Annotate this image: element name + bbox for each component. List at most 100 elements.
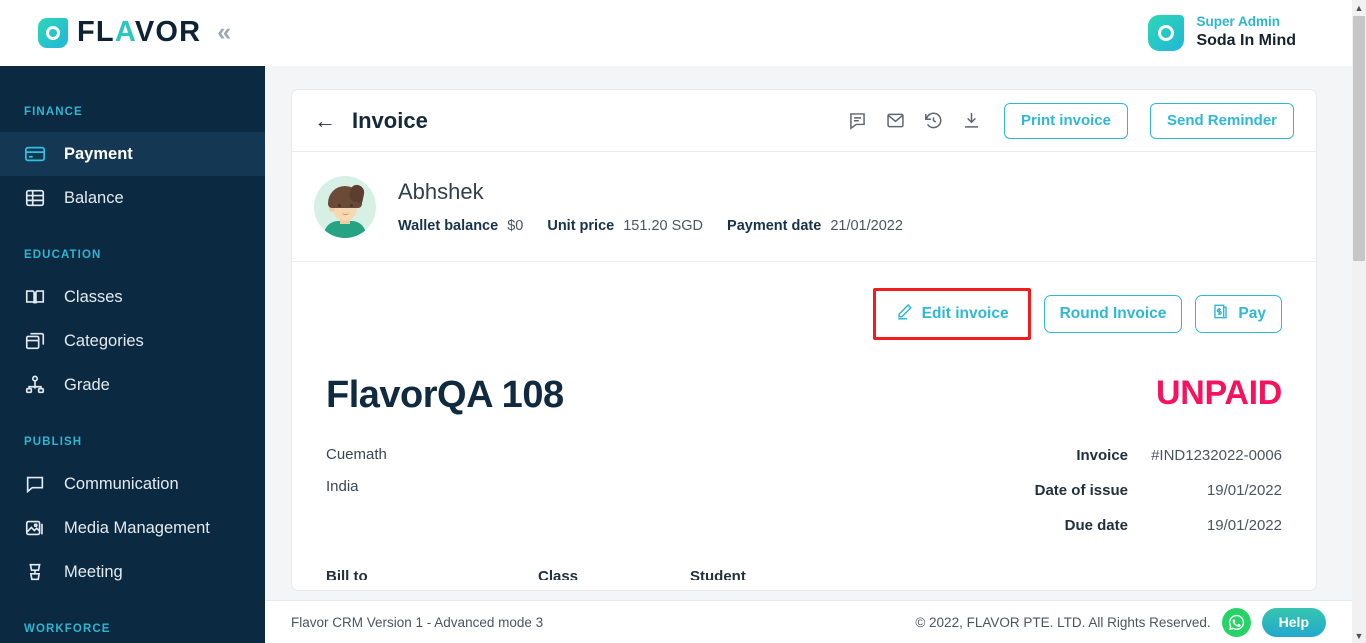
payment-date-value: 21/01/2022 xyxy=(830,218,903,234)
client-facts: Wallet balance $0 Unit price 151.20 SGD … xyxy=(398,218,927,234)
database-icon xyxy=(24,187,50,209)
round-invoice-label: Round Invoice xyxy=(1059,305,1167,322)
podium-icon xyxy=(24,561,50,583)
invoice-title: FlavorQA 108 xyxy=(326,374,564,416)
brand-name-prefix: FL xyxy=(77,16,115,48)
edit-invoice-button[interactable]: Edit invoice xyxy=(879,295,1024,333)
sidebar-item-categories[interactable]: Categories xyxy=(0,319,265,363)
sidebar-item-label: Media Management xyxy=(64,518,210,537)
invoice-details: Invoice #IND1232022-0006 Date of issue 1… xyxy=(932,439,1282,544)
page-title: Invoice xyxy=(352,107,428,133)
back-arrow-icon[interactable]: ← xyxy=(314,109,336,132)
brand-name-suffix: VOR xyxy=(134,16,202,48)
sidebar: FINANCE EDUCATION PUBLISH WORKFORCE Paym… xyxy=(0,66,265,643)
brand-name-accent: A xyxy=(114,16,135,48)
sidebar-group-education: EDUCATION xyxy=(24,249,102,261)
invoice-body: Edit invoice Round Invoice Pay FlavorQA … xyxy=(292,262,1316,590)
invoice-card: ← Invoice Print invoice Send Reminder Ab… xyxy=(291,89,1317,591)
sidebar-item-label: Balance xyxy=(64,188,124,207)
due-date-label: Due date xyxy=(1064,516,1128,534)
main-content: ← Invoice Print invoice Send Reminder Ab… xyxy=(265,66,1352,643)
sidebar-item-classes[interactable]: Classes xyxy=(0,275,265,319)
edit-invoice-highlight: Edit invoice xyxy=(872,288,1031,340)
user-role: Super Admin xyxy=(1196,14,1280,30)
footer: Flavor CRM Version 1 - Advanced mode 3 ©… xyxy=(265,600,1352,643)
sidebar-item-label: Meeting xyxy=(64,562,123,581)
hierarchy-icon xyxy=(24,374,50,396)
print-invoice-button[interactable]: Print invoice xyxy=(1003,102,1128,139)
sidebar-item-media-management[interactable]: Media Management xyxy=(0,506,265,550)
sidebar-item-label: Categories xyxy=(64,331,144,350)
sidebar-collapse-icon[interactable]: « xyxy=(217,20,231,45)
client-name: Abhshek xyxy=(398,179,484,204)
sidebar-item-payment[interactable]: Payment xyxy=(0,132,265,176)
invoice-from: Cuemath India xyxy=(326,439,387,544)
top-bar: FLAVOR « Super Admin Soda In Mind xyxy=(0,0,1352,66)
download-icon[interactable] xyxy=(961,110,982,131)
whatsapp-icon[interactable] xyxy=(1221,607,1251,637)
invoice-number-label: Invoice xyxy=(1076,447,1128,464)
sidebar-group-publish: PUBLISH xyxy=(24,436,83,448)
unit-price-label: Unit price xyxy=(547,218,615,234)
book-open-icon xyxy=(24,286,50,308)
sidebar-group-workforce: WORKFORCE xyxy=(24,623,111,635)
app-version: Flavor CRM Version 1 - Advanced mode 3 xyxy=(291,614,544,630)
date-of-issue-value: 19/01/2022 xyxy=(1206,481,1282,499)
column-header-student: Student xyxy=(690,567,746,580)
from-country: India xyxy=(326,477,359,495)
detail-row: Due date 19/01/2022 xyxy=(932,509,1282,544)
credit-card-icon xyxy=(24,143,50,165)
user-name: Soda In Mind xyxy=(1196,31,1296,49)
money-bill-icon xyxy=(1211,302,1230,326)
client-summary: Abhshek Wallet balance $0 Unit price 151… xyxy=(292,152,1316,262)
invoice-number-value: #IND1232022-0006 xyxy=(1151,447,1282,464)
sidebar-item-label: Communication xyxy=(64,474,179,493)
user-profile[interactable]: Super Admin Soda In Mind xyxy=(1148,14,1296,51)
sidebar-item-meeting[interactable]: Meeting xyxy=(0,550,265,594)
chat-bubble-icon xyxy=(24,473,50,495)
payment-date-label: Payment date xyxy=(727,218,822,234)
chevron-down-icon[interactable]: ▼ xyxy=(1352,628,1366,643)
sidebar-item-balance[interactable]: Balance xyxy=(0,176,265,220)
history-icon[interactable] xyxy=(923,110,944,131)
column-header-bill-to: Bill to xyxy=(326,567,368,580)
brand-name: FLAVOR xyxy=(77,18,201,47)
image-stack-icon xyxy=(24,517,50,539)
avatar xyxy=(1148,14,1185,51)
sidebar-item-label: Payment xyxy=(64,144,133,163)
brand-logo[interactable]: FLAVOR xyxy=(38,17,201,48)
edit-invoice-label: Edit invoice xyxy=(921,305,1009,322)
pay-button[interactable]: Pay xyxy=(1195,295,1282,333)
client-avatar xyxy=(314,175,376,238)
copyright-text: © 2022, FLAVOR PTE. LTD. All Rights Rese… xyxy=(915,614,1211,630)
help-button[interactable]: Help xyxy=(1261,607,1326,637)
invoice-actions: Edit invoice Round Invoice Pay xyxy=(326,288,1282,340)
detail-row: Date of issue 19/01/2022 xyxy=(932,474,1282,509)
comment-icon[interactable] xyxy=(847,110,868,131)
chevron-up-icon[interactable]: ▲ xyxy=(1352,0,1366,15)
column-header-class: Class xyxy=(538,567,579,580)
wallet-balance-value: $0 xyxy=(507,218,524,234)
date-of-issue-label: Date of issue xyxy=(1034,481,1128,499)
status-badge: UNPAID xyxy=(1155,374,1282,412)
sidebar-item-communication[interactable]: Communication xyxy=(0,462,265,506)
invoice-table-header: Bill to Class Student xyxy=(326,568,1282,580)
invoice-card-header: ← Invoice Print invoice Send Reminder xyxy=(292,90,1316,152)
sidebar-item-label: Grade xyxy=(64,375,110,394)
flavor-logo-icon xyxy=(38,17,68,48)
sidebar-group-finance: FINANCE xyxy=(24,106,83,118)
due-date-value: 19/01/2022 xyxy=(1206,516,1282,534)
detail-row: Invoice #IND1232022-0006 xyxy=(932,439,1282,474)
sidebar-item-label: Classes xyxy=(64,287,123,306)
envelope-icon[interactable] xyxy=(885,110,906,131)
unit-price-value: 151.20 SGD xyxy=(623,218,704,234)
round-invoice-button[interactable]: Round Invoice xyxy=(1043,295,1183,333)
boxes-icon xyxy=(24,330,50,352)
invoice-toolbar: Print invoice Send Reminder xyxy=(847,102,1294,139)
invoice-meta: Cuemath India Invoice #IND1232022-0006 D… xyxy=(326,439,1282,544)
send-reminder-button[interactable]: Send Reminder xyxy=(1149,102,1294,139)
sidebar-item-grade[interactable]: Grade xyxy=(0,363,265,407)
from-company: Cuemath xyxy=(326,446,387,463)
page-scrollbar[interactable]: ▲ ▼ xyxy=(1352,0,1366,643)
scrollbar-thumb[interactable] xyxy=(1353,16,1365,261)
